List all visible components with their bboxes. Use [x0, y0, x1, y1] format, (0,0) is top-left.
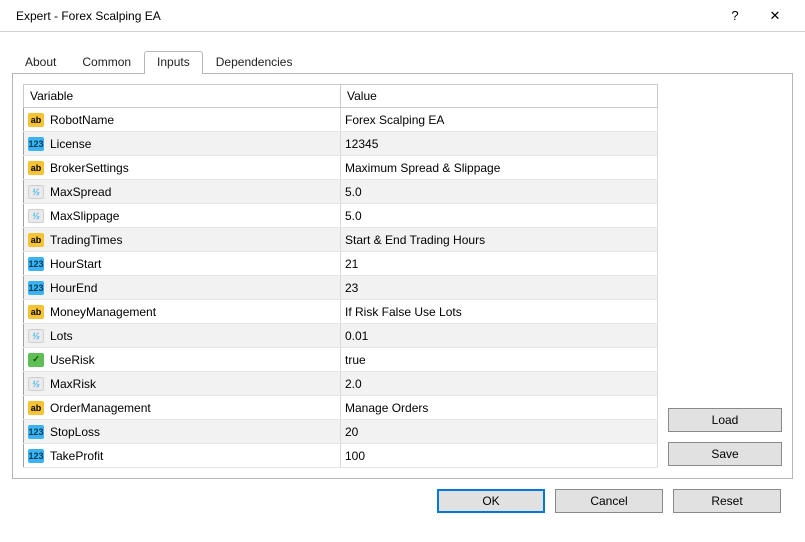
- table-row[interactable]: 123 TakeProfit 100: [24, 444, 658, 468]
- tab-about[interactable]: About: [12, 51, 69, 73]
- side-buttons: Load Save: [668, 84, 782, 468]
- table-row[interactable]: ab MoneyManagement If Risk False Use Lots: [24, 300, 658, 324]
- 123-type-icon: 123: [28, 137, 44, 151]
- variable-name: RobotName: [50, 113, 114, 127]
- variable-name: HourStart: [50, 257, 101, 271]
- table-row[interactable]: ab BrokerSettings Maximum Spread & Slippag…: [24, 156, 658, 180]
- col-header-variable[interactable]: Variable: [24, 85, 341, 108]
- close-icon: ✕: [770, 8, 781, 24]
- help-button[interactable]: ?: [715, 0, 755, 32]
- variable-name: License: [50, 137, 91, 151]
- dialog-content: About Common Inputs Dependencies Variabl…: [0, 32, 805, 523]
- table-row[interactable]: ½ MaxSlippage 5.0: [24, 204, 658, 228]
- load-button[interactable]: Load: [668, 408, 782, 432]
- v2-type-icon: ½: [28, 209, 44, 223]
- variable-name: Lots: [50, 329, 73, 343]
- ab-type-icon: ab: [28, 401, 44, 415]
- variable-value[interactable]: Forex Scalping EA: [341, 108, 658, 132]
- variable-value[interactable]: Manage Orders: [341, 396, 658, 420]
- variable-value[interactable]: 20: [341, 420, 658, 444]
- table-row[interactable]: 123 HourEnd 23: [24, 276, 658, 300]
- ab-type-icon: ab: [28, 305, 44, 319]
- tab-bar: About Common Inputs Dependencies: [12, 50, 793, 74]
- cancel-button[interactable]: Cancel: [555, 489, 663, 513]
- v2-type-icon: ½: [28, 377, 44, 391]
- col-header-value[interactable]: Value: [341, 85, 658, 108]
- params-grid-wrap: Variable Value ab RobotName Forex Scalping…: [23, 84, 658, 468]
- variable-name: HourEnd: [50, 281, 97, 295]
- reset-button[interactable]: Reset: [673, 489, 781, 513]
- ab-type-icon: ab: [28, 161, 44, 175]
- variable-value[interactable]: 5.0: [341, 204, 658, 228]
- close-button[interactable]: ✕: [755, 0, 795, 32]
- ok-button[interactable]: OK: [437, 489, 545, 513]
- table-row[interactable]: ab OrderManagement Manage Orders: [24, 396, 658, 420]
- tab-dependencies[interactable]: Dependencies: [203, 51, 306, 73]
- variable-value[interactable]: Start & End Trading Hours: [341, 228, 658, 252]
- variable-value[interactable]: true: [341, 348, 658, 372]
- variable-name: OrderManagement: [50, 401, 151, 415]
- 123-type-icon: 123: [28, 257, 44, 271]
- tab-inputs[interactable]: Inputs: [144, 51, 203, 74]
- table-row[interactable]: ab TradingTimes Start & End Trading Hours: [24, 228, 658, 252]
- tab-common[interactable]: Common: [69, 51, 144, 73]
- 123-type-icon: 123: [28, 425, 44, 439]
- titlebar: Expert - Forex Scalping EA ? ✕: [0, 0, 805, 32]
- table-row[interactable]: ½ MaxSpread 5.0: [24, 180, 658, 204]
- variable-name: MaxSlippage: [50, 209, 119, 223]
- v2-type-icon: ½: [28, 185, 44, 199]
- table-row[interactable]: ½ Lots 0.01: [24, 324, 658, 348]
- dialog-footer: OK Cancel Reset: [12, 479, 793, 513]
- variable-name: StopLoss: [50, 425, 100, 439]
- help-icon: ?: [731, 8, 738, 23]
- bool-type-icon: ✓: [28, 353, 44, 367]
- variable-value[interactable]: 5.0: [341, 180, 658, 204]
- variable-name: UseRisk: [50, 353, 95, 367]
- inputs-panel: Variable Value ab RobotName Forex Scalping…: [12, 74, 793, 479]
- params-grid[interactable]: Variable Value ab RobotName Forex Scalping…: [23, 84, 658, 468]
- variable-value[interactable]: 21: [341, 252, 658, 276]
- v2-type-icon: ½: [28, 329, 44, 343]
- 123-type-icon: 123: [28, 449, 44, 463]
- window-title: Expert - Forex Scalping EA: [16, 9, 715, 23]
- variable-value[interactable]: If Risk False Use Lots: [341, 300, 658, 324]
- variable-name: TakeProfit: [50, 449, 103, 463]
- variable-name: MaxRisk: [50, 377, 96, 391]
- variable-name: BrokerSettings: [50, 161, 129, 175]
- variable-value[interactable]: 0.01: [341, 324, 658, 348]
- table-row[interactable]: 123 HourStart 21: [24, 252, 658, 276]
- table-row[interactable]: ab RobotName Forex Scalping EA: [24, 108, 658, 132]
- table-row[interactable]: ✓ UseRisk true: [24, 348, 658, 372]
- table-row[interactable]: 123 License 12345: [24, 132, 658, 156]
- variable-name: MoneyManagement: [50, 305, 156, 319]
- variable-name: TradingTimes: [50, 233, 122, 247]
- variable-value[interactable]: 100: [341, 444, 658, 468]
- table-row[interactable]: 123 StopLoss 20: [24, 420, 658, 444]
- variable-value[interactable]: 2.0: [341, 372, 658, 396]
- ab-type-icon: ab: [28, 233, 44, 247]
- table-row[interactable]: ½ MaxRisk 2.0: [24, 372, 658, 396]
- save-button[interactable]: Save: [668, 442, 782, 466]
- variable-name: MaxSpread: [50, 185, 111, 199]
- variable-value[interactable]: Maximum Spread & Slippage: [341, 156, 658, 180]
- variable-value[interactable]: 23: [341, 276, 658, 300]
- ab-type-icon: ab: [28, 113, 44, 127]
- 123-type-icon: 123: [28, 281, 44, 295]
- variable-value[interactable]: 12345: [341, 132, 658, 156]
